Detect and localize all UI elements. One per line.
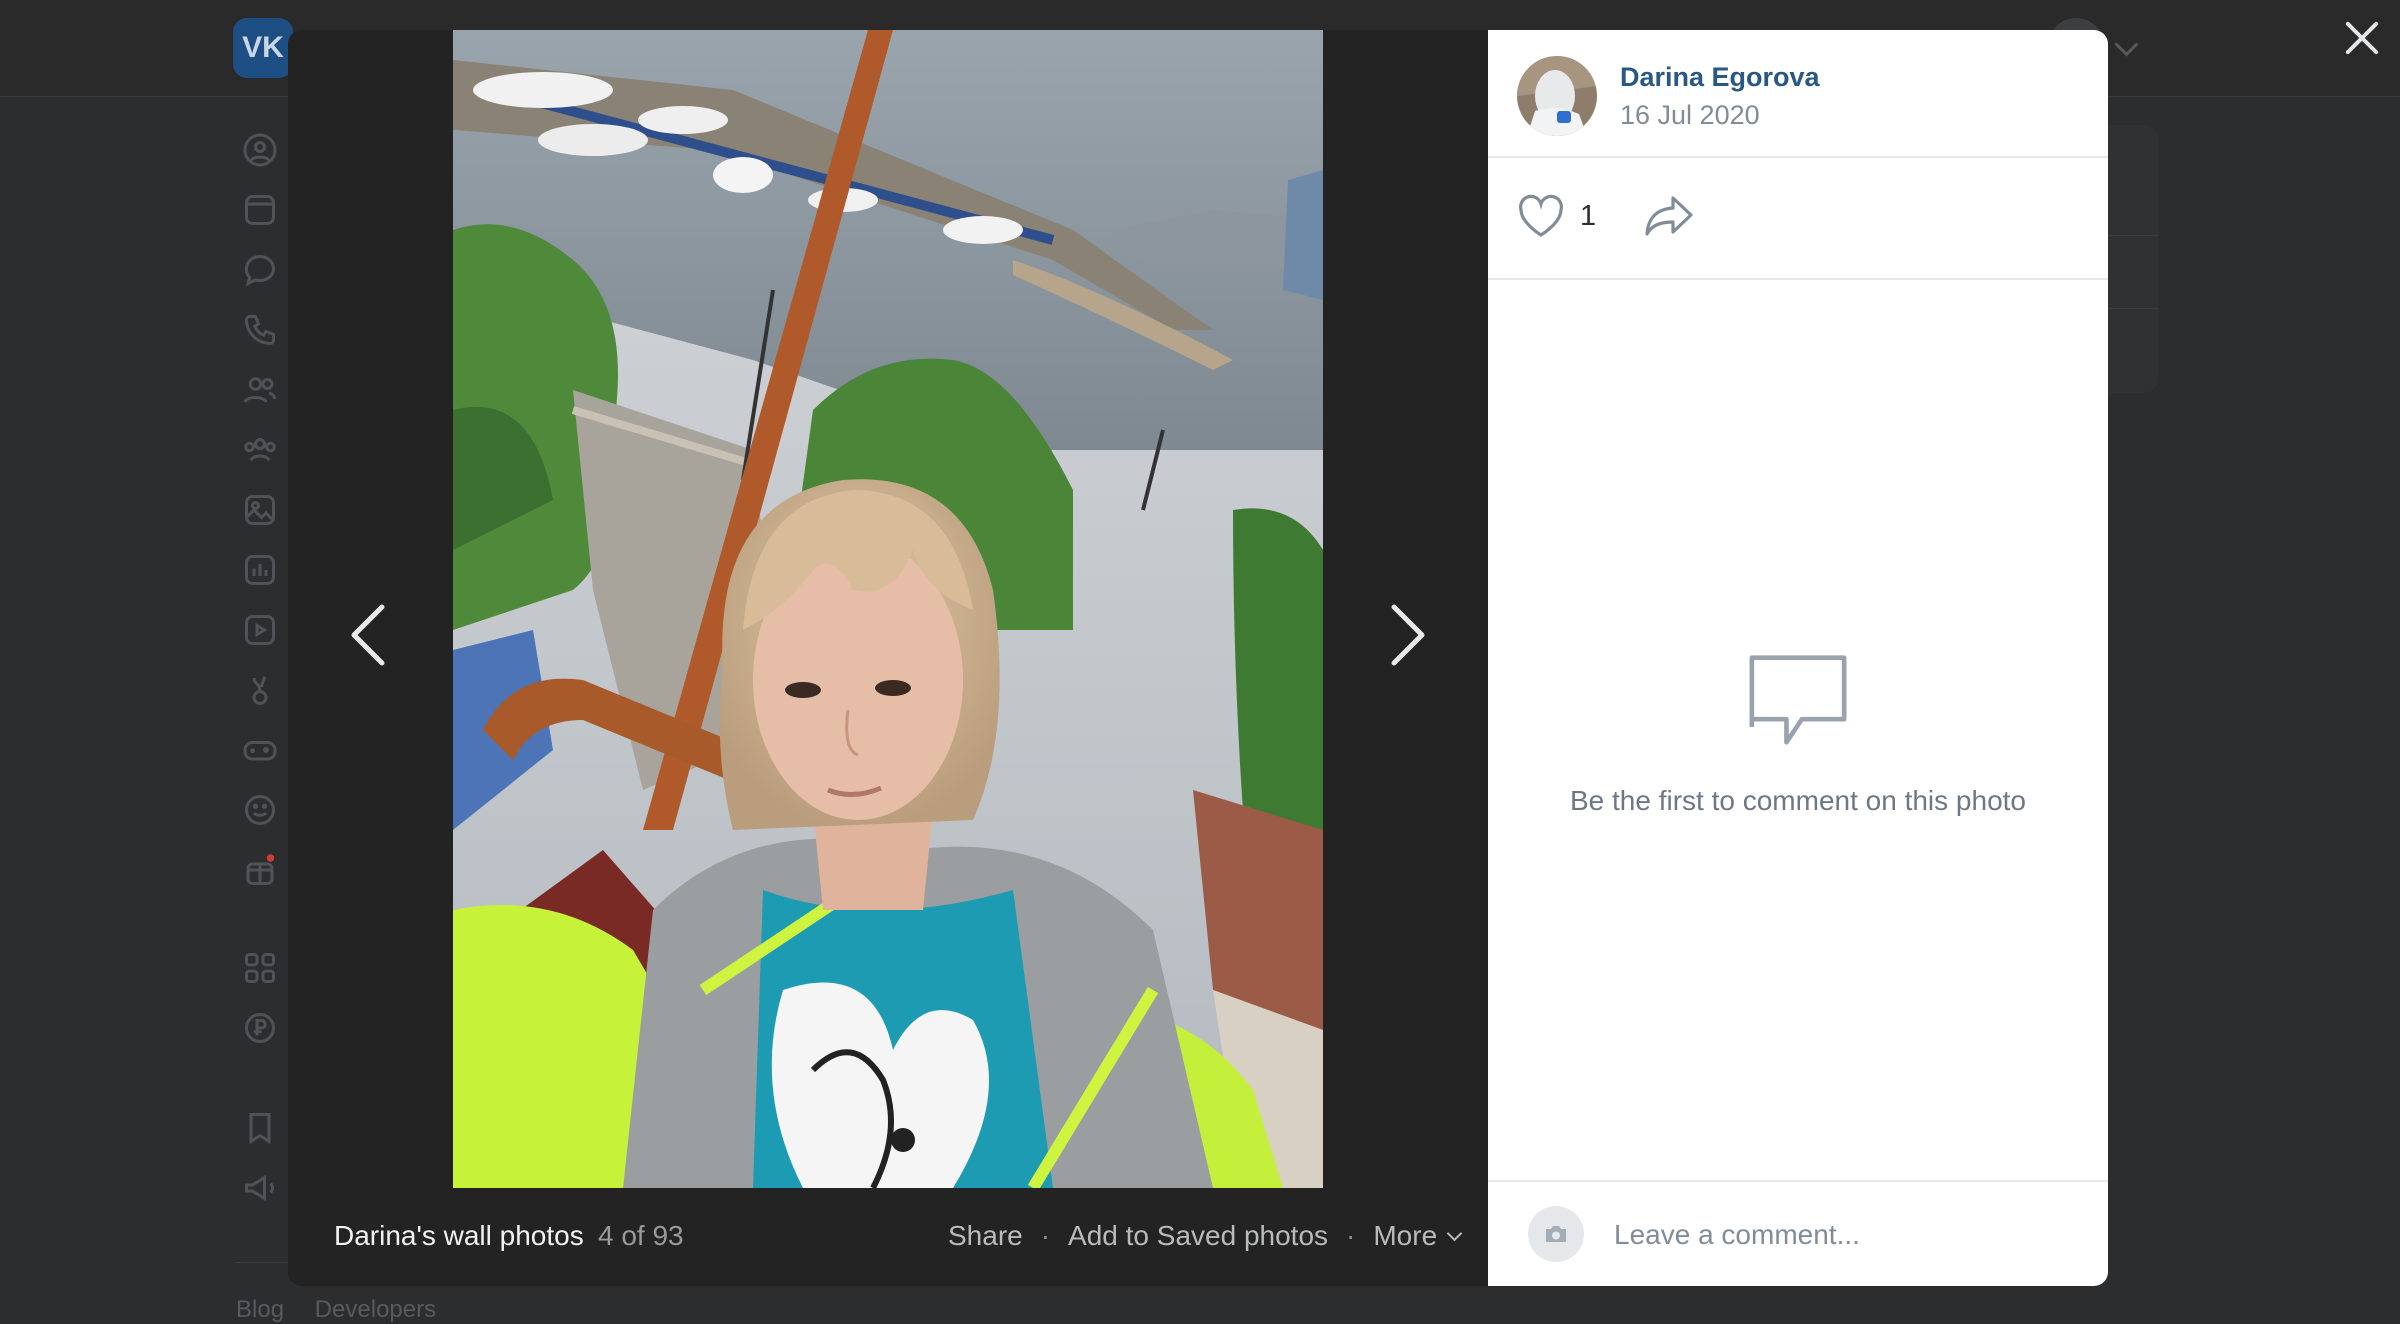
comment-input[interactable] (1612, 1208, 2076, 1262)
news-icon[interactable] (230, 190, 290, 230)
calls-icon[interactable] (230, 310, 290, 350)
comment-composer (1488, 1180, 2108, 1286)
videos-icon[interactable] (230, 610, 290, 650)
close-viewer-button[interactable] (2340, 16, 2384, 60)
bookmarks-icon[interactable] (230, 1108, 290, 1148)
previous-photo-button[interactable] (338, 570, 398, 700)
next-photo-button[interactable] (1378, 570, 1438, 700)
communities-icon[interactable] (230, 430, 290, 470)
ads-icon[interactable] (230, 1168, 290, 1208)
heart-icon (1519, 194, 1563, 237)
friends-icon[interactable] (230, 370, 290, 410)
separator-dot: · (1346, 1220, 1356, 1251)
profile-icon[interactable] (230, 130, 290, 170)
photo-viewer: Darina's wall photos 4 of 93 Share · Add… (288, 30, 2108, 1286)
camera-icon (1546, 1226, 1566, 1242)
stickers-icon[interactable] (230, 790, 290, 830)
separator-dot: · (1040, 1220, 1051, 1251)
share-arrow-icon (1645, 196, 1693, 236)
photo-footer: Darina's wall photos 4 of 93 Share · Add… (288, 1188, 1488, 1286)
share-button[interactable]: Share (948, 1220, 1023, 1252)
messenger-icon[interactable] (230, 250, 290, 290)
more-label: More (1373, 1220, 1438, 1251)
chevron-down-icon (1446, 1225, 1463, 1242)
like-button[interactable]: 1 (1516, 194, 1596, 238)
chevron-down-icon[interactable] (2114, 32, 2139, 57)
footer-divider (236, 1262, 292, 1263)
photo-actions: Share · Add to Saved photos · More (948, 1220, 1463, 1252)
photo-stage: Darina's wall photos 4 of 93 Share · Add… (288, 30, 1488, 1286)
share-icon-button[interactable] (1643, 194, 1695, 238)
attach-photo-button[interactable] (1528, 1206, 1584, 1262)
like-count: 1 (1580, 199, 1597, 232)
chevron-left-icon (351, 604, 385, 666)
vk-logo[interactable]: VK (233, 18, 293, 78)
author-name-link[interactable]: Darina Egorova (1620, 62, 1820, 93)
empty-comments-text: Be the first to comment on this photo (1569, 785, 2026, 816)
gifts-icon[interactable] (230, 850, 290, 890)
more-button[interactable]: More (1373, 1220, 1463, 1252)
photo-image[interactable] (453, 30, 1323, 1188)
music-icon[interactable] (230, 550, 290, 590)
clips-icon[interactable] (230, 670, 290, 710)
photo-counter: 4 of 93 (598, 1220, 684, 1251)
services-icon[interactable] (230, 948, 290, 988)
footer-links: Blog Developers (236, 1296, 460, 1324)
reaction-bar: 1 (1488, 158, 2108, 280)
album-title-link[interactable]: Darina's wall photos (334, 1220, 584, 1252)
chevron-right-icon (1391, 604, 1425, 666)
photos-icon[interactable] (230, 490, 290, 530)
photo-date: 16 Jul 2020 (1620, 100, 1760, 130)
add-to-saved-button[interactable]: Add to Saved photos (1068, 1220, 1328, 1252)
vk-pay-icon[interactable] (230, 1008, 290, 1048)
footer-link-blog[interactable]: Blog (236, 1296, 284, 1323)
games-icon[interactable] (230, 730, 290, 770)
author-avatar[interactable] (1517, 56, 1597, 136)
footer-link-developers[interactable]: Developers (315, 1296, 436, 1323)
author-header: Darina Egorova 16 Jul 2020 (1488, 30, 2108, 158)
photo-info-panel: Darina Egorova 16 Jul 2020 1 Be the firs (1488, 30, 2108, 1286)
comments-icon (1749, 655, 1847, 745)
empty-comments-state: Be the first to comment on this photo (1488, 650, 2108, 817)
